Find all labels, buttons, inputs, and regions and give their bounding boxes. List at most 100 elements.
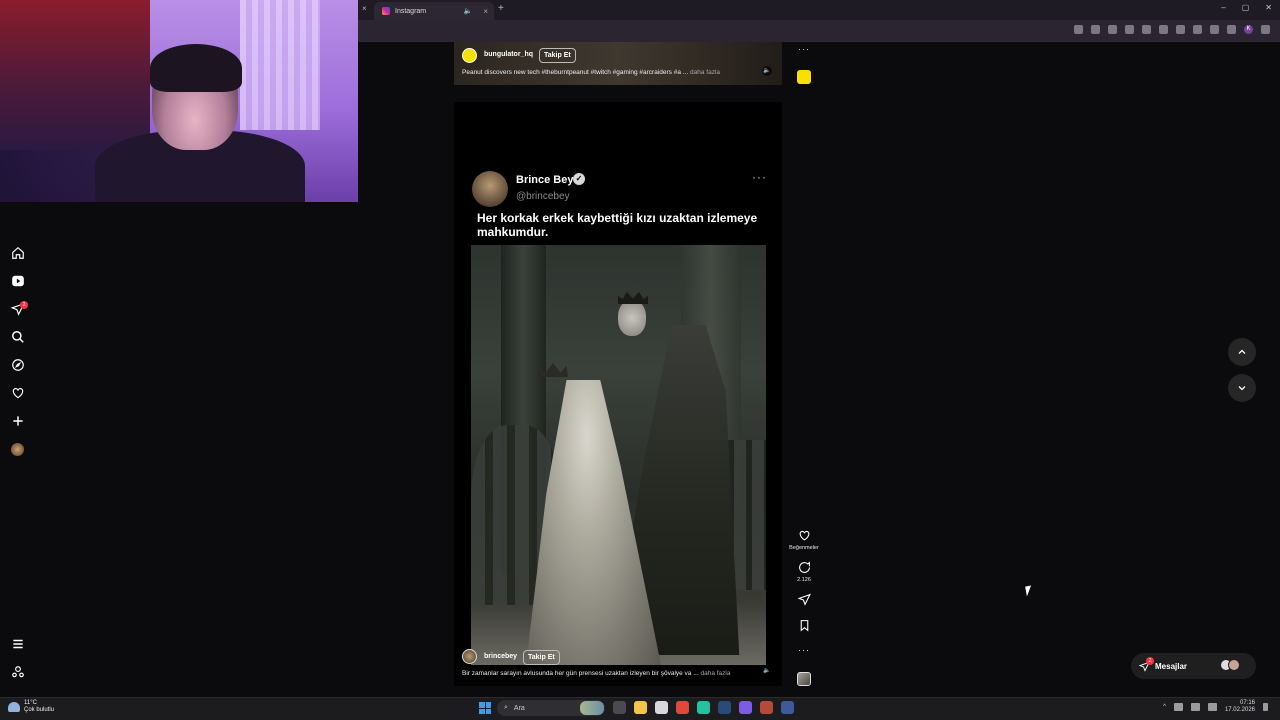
system-tray: ^ 07:16 17.02.2026: [1163, 700, 1268, 714]
mute-icon[interactable]: 🔈: [762, 66, 772, 76]
weather-widget[interactable]: 11°C Çok bulutlu: [8, 700, 54, 714]
windows-start-icon[interactable]: [479, 702, 491, 714]
tweet-handle: @brincebey: [516, 191, 570, 202]
minimize-button[interactable]: –: [1221, 3, 1225, 12]
meta-apps-icon[interactable]: [10, 664, 26, 680]
profile-avatar[interactable]: [11, 443, 24, 456]
caption-text: Bir zamanlar sarayın avlusunda her gün p…: [462, 670, 699, 677]
reel-caption: Peanut discovers new tech #theburntpeanu…: [462, 69, 752, 76]
message-avatars: [1220, 659, 1240, 671]
audio-thumbnail[interactable]: [797, 672, 811, 686]
bookmark-star-icon[interactable]: [1108, 25, 1117, 34]
date: 17.02.2026: [1224, 707, 1255, 713]
puzzle-icon[interactable]: [1176, 25, 1185, 34]
network-icon[interactable]: [1173, 703, 1183, 711]
reel-author-username[interactable]: brincebey: [484, 653, 517, 660]
time: 07:16: [1239, 700, 1255, 706]
app-icon[interactable]: [781, 701, 794, 714]
media-icon[interactable]: [1210, 25, 1219, 34]
taskbar-search[interactable]: ⌕ Ara: [497, 700, 605, 716]
hamburger-menu-icon[interactable]: [10, 636, 26, 652]
weather-condition: Çok bulutlu: [24, 707, 55, 713]
caption-text: Peanut discovers new tech #theburntpeanu…: [462, 69, 689, 76]
home-icon[interactable]: [10, 245, 26, 261]
more-options-icon[interactable]: ···: [798, 44, 810, 54]
taskbar-apps: [613, 701, 794, 714]
tweet-more-icon: ···: [752, 170, 767, 184]
webcam-overlay: [0, 0, 358, 202]
create-plus-icon[interactable]: [10, 413, 26, 429]
caption-more-link[interactable]: daha fazla: [700, 670, 730, 677]
chrome-icon[interactable]: [676, 701, 689, 714]
reel-author-avatar[interactable]: [462, 649, 477, 664]
notifications-icon[interactable]: [1263, 703, 1268, 711]
tab-instagram[interactable]: Instagram 🔈 ×: [374, 2, 494, 20]
previous-reel-button[interactable]: [1228, 338, 1256, 366]
menu-icon[interactable]: [1261, 25, 1270, 34]
new-tab-button[interactable]: +: [498, 3, 504, 14]
search-icon: ⌕: [504, 704, 508, 711]
tab-audio-icon[interactable]: 🔈: [464, 7, 473, 15]
prev-tab-close-icon[interactable]: ×: [362, 4, 367, 13]
extension-icon[interactable]: [1125, 25, 1134, 34]
mute-icon[interactable]: 🔈: [762, 666, 772, 676]
extension-icon[interactable]: [1159, 25, 1168, 34]
previous-reel-video[interactable]: [454, 42, 782, 85]
tweet-display-name: Brince Bey: [516, 174, 574, 186]
close-window-button[interactable]: ✕: [1265, 3, 1272, 12]
search-highlight-image: [580, 701, 604, 715]
tweet-text: Her korkak erkek kaybettiği kızı uzaktan…: [477, 211, 758, 239]
messages-badge: 2: [1146, 657, 1154, 665]
next-reel-button[interactable]: [1228, 374, 1256, 402]
likes-label[interactable]: Beğenmeler: [784, 545, 824, 551]
clock[interactable]: 07:16 17.02.2026: [1225, 700, 1255, 714]
artwork-king-head: [618, 300, 646, 336]
volume-icon[interactable]: [1190, 703, 1200, 711]
cast-icon[interactable]: [1074, 25, 1083, 34]
reel-author-avatar[interactable]: [462, 48, 477, 63]
task-view-icon[interactable]: [613, 701, 626, 714]
tab-close-icon[interactable]: ×: [483, 7, 488, 16]
caption-more-link[interactable]: daha fazla: [690, 69, 720, 76]
restore-button[interactable]: ▢: [1242, 3, 1250, 12]
reel-caption: Bir zamanlar sarayın avlusunda her gün p…: [462, 670, 752, 677]
heart-icon[interactable]: [10, 385, 26, 401]
steam-icon[interactable]: [718, 701, 731, 714]
search-placeholder: Ara: [513, 704, 525, 712]
reel-author-username[interactable]: bungulator_hq: [484, 51, 533, 58]
download-icon[interactable]: [1193, 25, 1202, 34]
profile-avatar[interactable]: K: [1244, 25, 1253, 34]
eye-off-icon[interactable]: [1091, 25, 1100, 34]
messages-label: Mesajlar: [1155, 661, 1188, 671]
window-controls: – ▢ ✕: [1221, 3, 1272, 12]
file-explorer-icon[interactable]: [634, 701, 647, 714]
weather-text: 11°C Çok bulutlu: [24, 700, 54, 714]
webcam-person-hair: [150, 44, 242, 92]
follow-button[interactable]: Takip Et: [523, 650, 560, 665]
app-icon[interactable]: [760, 701, 773, 714]
explore-icon[interactable]: [10, 357, 26, 373]
reels-icon[interactable]: [10, 273, 26, 289]
display-icon[interactable]: [1207, 703, 1217, 711]
reel-artwork-image: [471, 245, 766, 665]
browser-tab-strip: [358, 0, 1280, 20]
more-options-icon[interactable]: ···: [796, 645, 812, 655]
sidebar-icon[interactable]: [1227, 25, 1236, 34]
audio-thumbnail[interactable]: [797, 70, 811, 84]
tab-title: Instagram: [395, 7, 427, 15]
chevron-up-icon[interactable]: ^: [1163, 704, 1166, 710]
follow-button[interactable]: Takip Et: [539, 48, 576, 63]
store-icon[interactable]: [655, 701, 668, 714]
temperature: 11°C: [24, 700, 37, 706]
search-icon[interactable]: [10, 329, 26, 345]
tweet-avatar: [472, 171, 508, 207]
share-icon[interactable]: [796, 593, 812, 611]
browser-toolbar: K: [1074, 25, 1270, 34]
save-bookmark-icon[interactable]: [796, 619, 812, 637]
messages-badge: 2: [20, 301, 28, 309]
artwork-crown: [618, 292, 648, 304]
extension-icon[interactable]: [1142, 25, 1151, 34]
discord-icon[interactable]: [739, 701, 752, 714]
comments-count[interactable]: 2.126: [784, 577, 824, 583]
app-icon[interactable]: [697, 701, 710, 714]
